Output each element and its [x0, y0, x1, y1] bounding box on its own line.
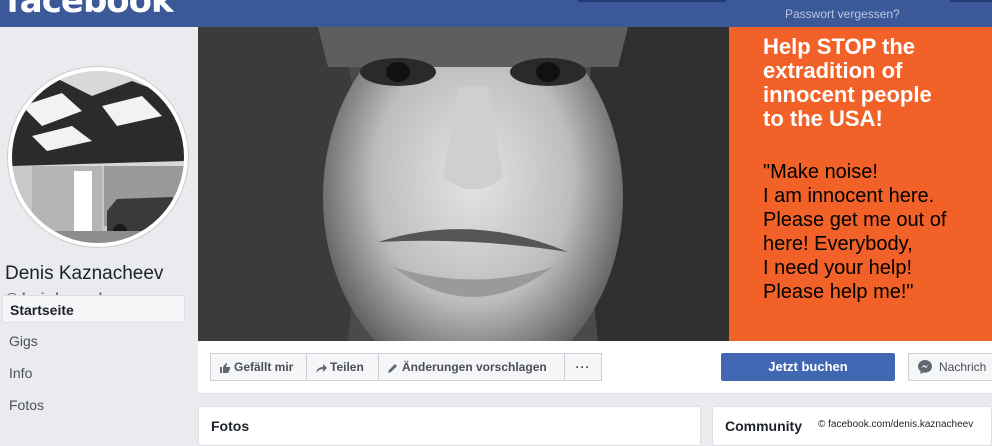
sidebar-item-startseite[interactable]: Startseite [2, 295, 185, 323]
message-label: Nachrich [939, 360, 987, 374]
campaign-panel: Help STOP the extradition of innocent pe… [729, 27, 992, 341]
left-sidebar: Denis Kaznacheev @denis.kaznacheev Start… [0, 27, 196, 434]
more-options-button[interactable]: ··· [564, 353, 602, 381]
login-password-field[interactable] [950, 0, 992, 2]
suggest-edits-button[interactable]: Änderungen vorschlagen [378, 353, 566, 381]
sidebar-item-info[interactable]: Info [2, 359, 185, 387]
top-bar: facebook Passwort vergessen? [0, 0, 992, 27]
suggest-edits-label: Änderungen vorschlagen [402, 360, 547, 374]
share-button[interactable]: Teilen [306, 353, 380, 381]
like-button[interactable]: Gefällt mir [210, 353, 308, 381]
facebook-logo[interactable]: facebook [6, 0, 174, 21]
cover-portrait-image [198, 27, 729, 341]
thumbs-up-icon [220, 362, 230, 373]
share-label: Teilen [330, 360, 364, 374]
photos-card-title[interactable]: Fotos [211, 418, 249, 434]
book-now-button[interactable]: Jetzt buchen [721, 353, 895, 381]
sidebar-item-gigs[interactable]: Gigs [2, 327, 185, 355]
profile-picture[interactable] [8, 67, 188, 247]
action-bar: Gefällt mir Teilen Änderungen vorschlage… [198, 341, 992, 394]
pencil-icon [388, 363, 397, 373]
photos-card: Fotos [198, 406, 701, 446]
message-button[interactable]: Nachrich [908, 353, 992, 381]
messenger-icon [918, 360, 932, 374]
login-email-field[interactable] [578, 0, 726, 2]
community-card-title[interactable]: Community [725, 418, 802, 434]
like-label: Gefällt mir [234, 360, 294, 374]
sidebar-item-fotos[interactable]: Fotos [2, 391, 185, 419]
forgot-password-link[interactable]: Passwort vergessen? [785, 7, 900, 21]
share-arrow-icon [316, 363, 327, 373]
image-credit: © facebook.com/denis.kaznacheev [816, 418, 976, 432]
avatar-image [12, 71, 184, 243]
campaign-quote: "Make noise! I am innocent here. Please … [763, 161, 947, 303]
cover-photo[interactable]: Help STOP the extradition of innocent pe… [198, 27, 992, 341]
campaign-headline: Help STOP the extradition of innocent pe… [763, 34, 932, 131]
profile-name[interactable]: Denis Kaznacheev [5, 263, 163, 285]
